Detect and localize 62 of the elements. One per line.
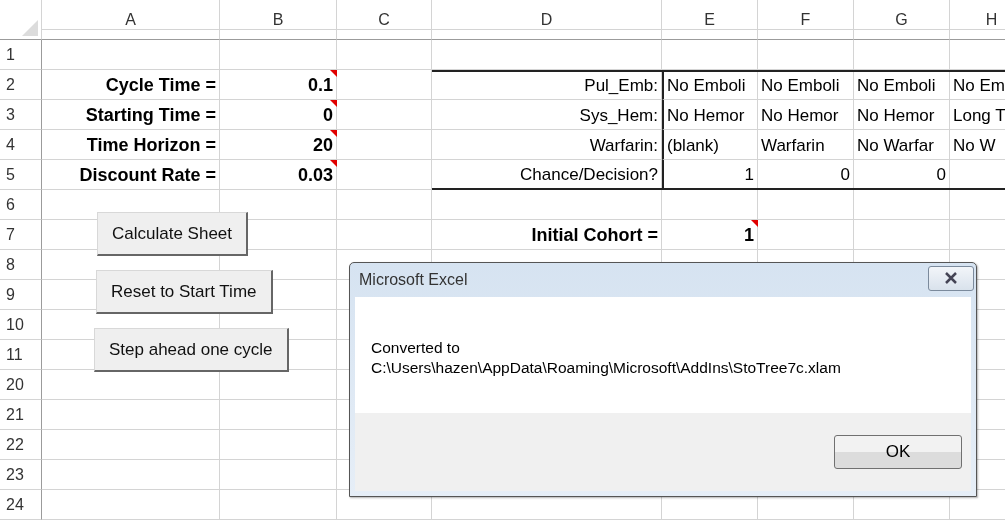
close-button[interactable] <box>928 265 974 291</box>
table-cell: 0 <box>323 106 333 126</box>
table-cell: Warfarin <box>761 137 825 156</box>
row-header[interactable]: 22 <box>0 430 42 460</box>
table-cell: Cycle Time = <box>105 76 216 96</box>
table-cell: 0.03 <box>297 166 333 186</box>
row-header[interactable]: 2 <box>0 70 42 100</box>
table-cell: Initial Cohort = <box>531 226 658 246</box>
table-cell: 0 <box>936 166 946 185</box>
row-header[interactable]: 4 <box>0 130 42 160</box>
table-cell: Pul_Emb: <box>584 77 658 96</box>
ok-button[interactable]: OK <box>834 435 962 469</box>
table-cell: Sys_Hem: <box>579 107 658 126</box>
table-cell: No Hemor <box>857 107 935 126</box>
column-header[interactable]: F <box>758 0 854 40</box>
row-header[interactable]: 24 <box>0 490 42 520</box>
column-header[interactable]: D <box>432 0 662 40</box>
window-title: Microsoft Excel <box>359 271 468 289</box>
row-header[interactable]: 3 <box>0 100 42 130</box>
macro-button[interactable]: Reset to Start Time <box>96 270 273 314</box>
table-cell: No Hemor <box>667 107 745 126</box>
table-cell: 1 <box>744 226 754 246</box>
column-header[interactable]: H <box>950 0 1005 40</box>
table-cell: 0.1 <box>307 76 333 96</box>
macro-button[interactable]: Calculate Sheet <box>97 212 249 256</box>
row-header[interactable]: 5 <box>0 160 42 190</box>
row-header[interactable]: 7 <box>0 220 42 250</box>
table-cell: 1 <box>744 166 754 185</box>
table-cell: No Emboli <box>667 77 746 96</box>
message-text: Converted to <box>371 339 461 357</box>
macro-button[interactable]: Step ahead one cycle <box>94 328 289 372</box>
table-cell: Starting Time = <box>85 106 216 126</box>
row-header[interactable]: 8 <box>0 250 42 280</box>
column-header[interactable]: E <box>662 0 758 40</box>
table-cell: 0 <box>840 166 850 185</box>
table-cell: No Emboli <box>761 77 840 96</box>
table-cell: No Em <box>953 77 1005 96</box>
table-cell: Chance/Decision? <box>520 166 658 185</box>
row-header[interactable]: 23 <box>0 460 42 490</box>
table-cell: 20 <box>312 136 333 156</box>
close-icon <box>944 272 958 284</box>
row-header[interactable]: 10 <box>0 310 42 340</box>
message-text: C:\Users\hazen\AppData\Roaming\Microsoft\AddIns\StoTree7c.xlam <box>371 359 841 377</box>
table-cell: (blank) <box>667 137 719 156</box>
table-cell: No Hemor <box>761 107 839 126</box>
column-header[interactable]: G <box>854 0 950 40</box>
row-header[interactable]: 21 <box>0 400 42 430</box>
column-header[interactable]: B <box>220 0 337 40</box>
row-header[interactable]: 20 <box>0 370 42 400</box>
row-header[interactable]: 1 <box>0 40 42 70</box>
row-header[interactable]: 11 <box>0 340 42 370</box>
column-header[interactable]: C <box>337 0 432 40</box>
table-cell: No Emboli <box>857 77 936 96</box>
table-cell: No Warfar <box>857 137 934 156</box>
row-header[interactable]: 9 <box>0 280 42 310</box>
column-header[interactable]: A <box>42 0 220 40</box>
table-cell: Time Horizon = <box>86 136 216 156</box>
table-cell: No W <box>953 137 996 156</box>
table-cell: Long T <box>953 107 1005 126</box>
table-cell: Warfarin: <box>589 137 658 156</box>
table-cell: Discount Rate = <box>79 166 216 186</box>
row-header[interactable]: 6 <box>0 190 42 220</box>
